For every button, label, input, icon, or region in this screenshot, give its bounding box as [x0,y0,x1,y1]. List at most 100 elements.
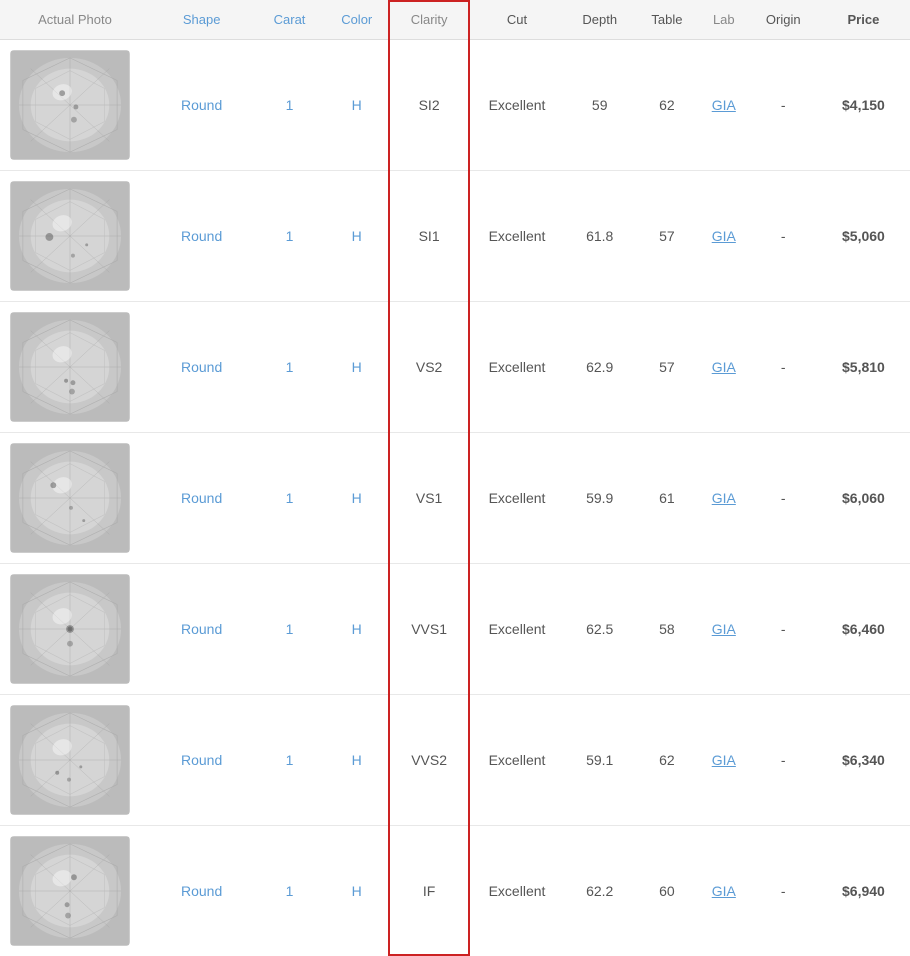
cell-photo [0,40,150,171]
cell-origin: - [750,826,817,956]
cell-price: $5,060 [817,171,910,302]
header-cut: Cut [470,0,563,40]
cell-clarity: VVS1 [388,564,471,695]
header-clarity: Clarity [388,0,471,40]
cell-color: H [326,40,388,171]
cell-carat: 1 [253,40,325,171]
header-color: Color [326,0,388,40]
cell-shape: Round [150,40,253,171]
cell-table: 57 [636,302,698,433]
table-row: Round1HSI2Excellent5962GIA-$4,150 [0,40,910,171]
cell-carat: 1 [253,826,325,956]
cell-depth: 62.2 [564,826,636,956]
cell-lab: GIA [698,433,750,564]
cell-origin: - [750,433,817,564]
table-row: Round1HSI1Excellent61.857GIA-$5,060 [0,171,910,302]
table-body: Round1HSI2Excellent5962GIA-$4,150 Round1… [0,40,910,956]
cell-shape: Round [150,171,253,302]
lab-link[interactable]: GIA [712,883,736,899]
cell-depth: 62.9 [564,302,636,433]
cell-photo [0,695,150,826]
cell-depth: 61.8 [564,171,636,302]
cell-table: 61 [636,433,698,564]
lab-link[interactable]: GIA [712,490,736,506]
lab-link[interactable]: GIA [712,97,736,113]
cell-clarity: SI2 [388,40,471,171]
cell-price: $6,460 [817,564,910,695]
cell-price: $6,060 [817,433,910,564]
cell-carat: 1 [253,302,325,433]
cell-photo [0,826,150,956]
cell-table: 62 [636,695,698,826]
main-table-container: Actual Photo Shape Carat Color Clarity [0,0,910,956]
diamond-image [10,181,130,291]
lab-link[interactable]: GIA [712,228,736,244]
cell-table: 60 [636,826,698,956]
cell-origin: - [750,695,817,826]
cell-cut: Excellent [470,433,563,564]
diamond-image [10,50,130,160]
cell-clarity: VS2 [388,302,471,433]
cell-color: H [326,433,388,564]
diamond-image [10,574,130,684]
lab-link[interactable]: GIA [712,752,736,768]
cell-depth: 59.9 [564,433,636,564]
cell-photo [0,564,150,695]
cell-depth: 59.1 [564,695,636,826]
header-lab: Lab [698,0,750,40]
cell-origin: - [750,40,817,171]
cell-table: 62 [636,40,698,171]
cell-clarity: VS1 [388,433,471,564]
cell-shape: Round [150,826,253,956]
table-row: Round1HVS1Excellent59.961 GIA-$6,060 [0,433,910,564]
diamond-image [10,836,130,946]
cell-cut: Excellent [470,40,563,171]
cell-table: 57 [636,171,698,302]
cell-carat: 1 [253,564,325,695]
cell-price: $6,940 [817,826,910,956]
header-depth: Depth [564,0,636,40]
cell-cut: Excellent [470,171,563,302]
cell-photo [0,302,150,433]
cell-carat: 1 [253,433,325,564]
cell-lab: GIA [698,40,750,171]
cell-cut: Excellent [470,826,563,956]
header-origin: Origin [750,0,817,40]
cell-color: H [326,171,388,302]
diamond-image [10,312,130,422]
cell-price: $5,810 [817,302,910,433]
cell-color: H [326,826,388,956]
cell-origin: - [750,171,817,302]
cell-lab: GIA [698,695,750,826]
table-row: Round1HVVS1Excellent62.558GIA-$6,460 [0,564,910,695]
header-carat: Carat [253,0,325,40]
lab-link[interactable]: GIA [712,621,736,637]
cell-color: H [326,695,388,826]
header-price: Price [817,0,910,40]
cell-color: H [326,302,388,433]
cell-origin: - [750,302,817,433]
cell-table: 58 [636,564,698,695]
cell-price: $6,340 [817,695,910,826]
cell-depth: 62.5 [564,564,636,695]
cell-lab: GIA [698,302,750,433]
table-row: Round1HIFExcellent62.260 GIA-$6,940 [0,826,910,956]
cell-lab: GIA [698,826,750,956]
cell-cut: Excellent [470,302,563,433]
cell-cut: Excellent [470,695,563,826]
header-shape: Shape [150,0,253,40]
cell-shape: Round [150,302,253,433]
cell-photo [0,171,150,302]
cell-shape: Round [150,564,253,695]
lab-link[interactable]: GIA [712,359,736,375]
cell-origin: - [750,564,817,695]
cell-cut: Excellent [470,564,563,695]
diamond-table: Actual Photo Shape Carat Color Clarity [0,0,910,956]
table-row: Round1HVVS2Excellent59.162GIA-$6,340 [0,695,910,826]
table-wrapper: Actual Photo Shape Carat Color Clarity [0,0,910,956]
cell-shape: Round [150,695,253,826]
cell-shape: Round [150,433,253,564]
cell-clarity: VVS2 [388,695,471,826]
header-table: Table [636,0,698,40]
cell-clarity: IF [388,826,471,956]
